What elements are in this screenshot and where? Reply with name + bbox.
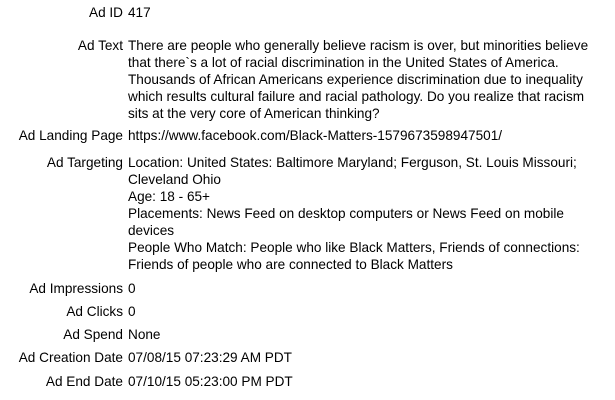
ad-targeting-value: Location: United States: Baltimore Maryl… bbox=[128, 154, 612, 273]
ad-targeting-line: Age: 18 - 65+ bbox=[128, 189, 211, 204]
ad-targeting-label: Ad Targeting bbox=[46, 155, 123, 170]
ad-impressions-value: 0 bbox=[128, 281, 136, 296]
ad-targeting-line: Location: United States: Baltimore Maryl… bbox=[128, 155, 577, 170]
ad-text-line: Thousands of African Americans experienc… bbox=[128, 72, 583, 87]
ad-spend-value: None bbox=[128, 327, 161, 342]
ad-landing-page-url: https://www.facebook.com/Black-Matters-1… bbox=[128, 128, 503, 143]
ad-targeting-line: Friends of people who are connected to B… bbox=[128, 257, 453, 272]
ad-text-line: which results cultural failure and racia… bbox=[128, 89, 585, 104]
ad-text-value: There are people who generally believe r… bbox=[128, 37, 612, 122]
ad-targeting-line: People Who Match: People who like Black … bbox=[128, 240, 580, 255]
ad-creation-date-label: Ad Creation Date bbox=[18, 350, 123, 365]
ad-clicks-value: 0 bbox=[128, 304, 136, 319]
ad-targeting-line: Placements: News Feed on desktop compute… bbox=[128, 206, 564, 221]
ad-spend-label: Ad Spend bbox=[63, 327, 123, 342]
ad-record-document: Ad ID 417 Ad Text There are people who g… bbox=[0, 0, 615, 400]
ad-creation-date-value: 07/08/15 07:23:29 AM PDT bbox=[128, 350, 292, 365]
ad-end-date-value: 07/10/15 05:23:00 PM PDT bbox=[128, 374, 293, 389]
ad-clicks-label: Ad Clicks bbox=[66, 304, 123, 319]
ad-targeting-line: Cleveland Ohio bbox=[128, 172, 221, 187]
ad-end-date-label: Ad End Date bbox=[45, 374, 123, 389]
ad-text-line: sits at the very core of American thinki… bbox=[128, 106, 380, 121]
ad-text-line: There are people who generally believe r… bbox=[128, 38, 589, 53]
ad-landing-page-label: Ad Landing Page bbox=[18, 128, 123, 143]
ad-text-line: that there`s a lot of racial discriminat… bbox=[128, 55, 559, 70]
ad-text-label: Ad Text bbox=[77, 38, 123, 53]
ad-targeting-line: devices bbox=[128, 223, 175, 238]
ad-impressions-label: Ad Impressions bbox=[29, 281, 123, 296]
ad-id-value: 417 bbox=[128, 5, 151, 20]
ad-id-label: Ad ID bbox=[89, 5, 123, 20]
